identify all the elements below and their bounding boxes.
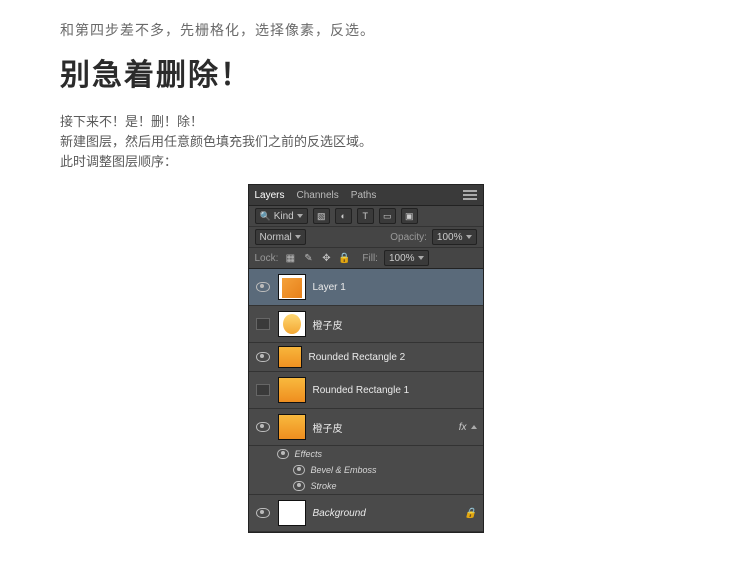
- filter-type-icon[interactable]: T: [357, 208, 374, 224]
- panel-tabs: Layers Channels Paths: [249, 185, 483, 206]
- chevron-down-icon: [295, 235, 301, 239]
- layer-thumbnail[interactable]: [278, 274, 306, 300]
- chevron-down-icon: [418, 256, 424, 260]
- opacity-value: 100%: [437, 232, 463, 243]
- opacity-dropdown[interactable]: 100%: [432, 229, 477, 245]
- layer-thumbnail[interactable]: [278, 414, 306, 440]
- lock-all-icon[interactable]: 🔒: [338, 252, 350, 264]
- chevron-up-icon[interactable]: [471, 425, 477, 429]
- filter-smart-icon[interactable]: ▣: [401, 208, 418, 224]
- visibility-eye-icon[interactable]: [256, 352, 270, 362]
- lock-icon: 🔒: [464, 508, 476, 519]
- fill-dropdown[interactable]: 100%: [384, 250, 429, 266]
- lock-position-icon[interactable]: ✥: [320, 252, 332, 264]
- body-line-1: 接下来不！是！删！除！: [60, 112, 671, 132]
- lock-transparent-icon[interactable]: ▦: [284, 252, 296, 264]
- fill-value: 100%: [389, 253, 415, 264]
- lock-pixels-icon[interactable]: ✎: [302, 252, 314, 264]
- layer-name[interactable]: Background: [313, 508, 366, 519]
- effect-stroke[interactable]: Stroke: [311, 481, 337, 491]
- layer-row[interactable]: Background 🔒: [249, 495, 483, 532]
- layer-name[interactable]: Rounded Rectangle 1: [313, 385, 410, 396]
- layer-name[interactable]: Layer 1: [313, 282, 346, 293]
- visibility-eye-icon[interactable]: [256, 508, 270, 518]
- filter-row: 🔍 Kind ▧ ◐ T ▭ ▣: [249, 206, 483, 227]
- layer-name[interactable]: 橙子皮: [313, 317, 343, 332]
- chevron-down-icon: [466, 235, 472, 239]
- intro-text: 和第四步差不多，先栅格化，选择像素，反选。: [60, 20, 671, 40]
- layer-thumbnail[interactable]: [278, 311, 306, 337]
- blend-mode-value: Normal: [260, 232, 292, 243]
- fill-label: Fill:: [362, 253, 378, 264]
- layer-row[interactable]: Layer 1: [249, 269, 483, 306]
- tab-channels[interactable]: Channels: [297, 190, 339, 201]
- layers-list: Layer 1 橙子皮 Rounded Rectangle 2 Rounded …: [249, 269, 483, 532]
- tab-layers[interactable]: Layers: [255, 190, 285, 201]
- visibility-off-icon[interactable]: [256, 384, 270, 396]
- filter-pixel-icon[interactable]: ▧: [313, 208, 330, 224]
- search-icon: 🔍: [260, 211, 271, 222]
- effects-title: Effects: [295, 449, 323, 459]
- filter-shape-icon[interactable]: ▭: [379, 208, 396, 224]
- layer-thumbnail[interactable]: [278, 377, 306, 403]
- blend-row: Normal Opacity: 100%: [249, 227, 483, 248]
- layer-row[interactable]: 橙子皮: [249, 306, 483, 343]
- tab-paths[interactable]: Paths: [351, 190, 377, 201]
- fx-badge[interactable]: fx: [459, 422, 467, 433]
- visibility-eye-icon[interactable]: [256, 282, 270, 292]
- layer-name[interactable]: Rounded Rectangle 2: [309, 352, 406, 363]
- layer-thumbnail[interactable]: [278, 346, 302, 368]
- layer-row[interactable]: 橙子皮 fx: [249, 409, 483, 446]
- layers-panel: Layers Channels Paths 🔍 Kind ▧ ◐ T ▭ ▣ N…: [248, 184, 484, 533]
- layer-row[interactable]: Rounded Rectangle 2: [249, 343, 483, 372]
- filter-kind-label: Kind: [274, 211, 294, 222]
- visibility-off-icon[interactable]: [256, 318, 270, 330]
- lock-row: Lock: ▦ ✎ ✥ 🔒 Fill: 100%: [249, 248, 483, 269]
- chevron-down-icon: [297, 214, 303, 218]
- filter-adjust-icon[interactable]: ◐: [335, 208, 352, 224]
- opacity-label: Opacity:: [390, 232, 427, 243]
- body-line-2: 新建图层，然后用任意颜色填充我们之前的反选区域。: [60, 132, 671, 152]
- filter-kind-dropdown[interactable]: 🔍 Kind: [255, 208, 308, 224]
- layer-row[interactable]: Rounded Rectangle 1: [249, 372, 483, 409]
- visibility-eye-icon[interactable]: [277, 449, 289, 459]
- visibility-eye-icon[interactable]: [293, 465, 305, 475]
- layer-effects: Effects Bevel & Emboss Stroke: [249, 446, 483, 495]
- layer-name[interactable]: 橙子皮: [313, 420, 343, 435]
- layer-thumbnail[interactable]: [278, 500, 306, 526]
- visibility-eye-icon[interactable]: [256, 422, 270, 432]
- panel-menu-icon[interactable]: [463, 190, 477, 200]
- visibility-eye-icon[interactable]: [293, 481, 305, 491]
- effect-bevel[interactable]: Bevel & Emboss: [311, 465, 377, 475]
- headline: 别急着删除！: [60, 50, 671, 94]
- lock-label: Lock:: [255, 253, 279, 264]
- blend-mode-dropdown[interactable]: Normal: [255, 229, 306, 245]
- body-line-3: 此时调整图层顺序：: [60, 152, 671, 172]
